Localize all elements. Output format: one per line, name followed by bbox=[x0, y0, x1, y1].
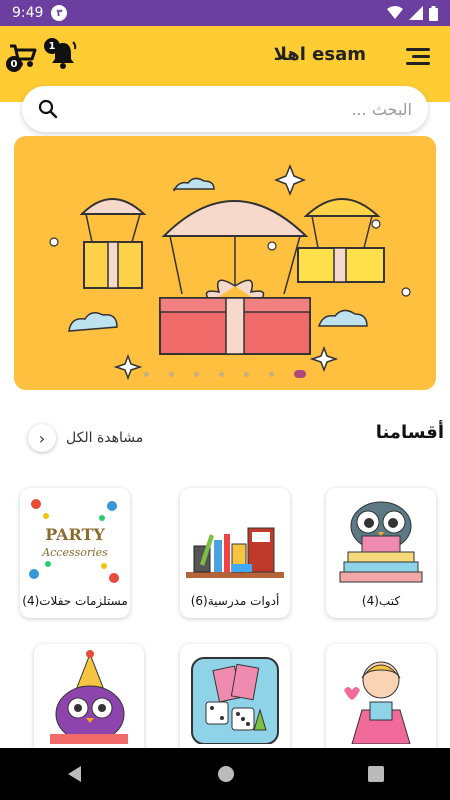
pagination-dot[interactable] bbox=[194, 371, 199, 377]
status-time: 9:49 bbox=[12, 5, 44, 21]
wifi-icon bbox=[387, 6, 403, 19]
cart-button[interactable]: 0 bbox=[6, 40, 38, 72]
view-all-label: مشاهدة الكل bbox=[66, 430, 144, 446]
board-games-icon bbox=[191, 657, 279, 744]
girl-gift-icon bbox=[344, 661, 411, 744]
status-notification-icon: ٣ bbox=[51, 5, 68, 21]
recents-icon[interactable] bbox=[367, 766, 384, 782]
home-icon[interactable] bbox=[217, 765, 235, 783]
notification-count-badge: 1 bbox=[44, 38, 60, 54]
search-icon[interactable] bbox=[38, 99, 58, 119]
chevron-right-icon[interactable]: › bbox=[28, 424, 56, 452]
section-title: أقسامنا bbox=[375, 422, 444, 443]
notifications-button[interactable]: 1 bbox=[44, 38, 78, 70]
promo-banner[interactable] bbox=[14, 136, 436, 390]
banner-pagination[interactable] bbox=[14, 370, 436, 378]
system-nav-bar bbox=[0, 748, 450, 800]
owl-party-icon bbox=[50, 650, 128, 744]
category-label: أدوات مدرسية(6) bbox=[190, 594, 280, 608]
category-label: كتب(4) bbox=[361, 594, 401, 608]
category-card-party-accessories[interactable]: PARTY Accessories مستلزمات حفلات(4) bbox=[20, 488, 130, 618]
pagination-dot[interactable] bbox=[269, 371, 274, 377]
category-card-school-supplies[interactable]: أدوات مدرسية(6) bbox=[180, 488, 290, 618]
pagination-dot[interactable] bbox=[244, 371, 249, 377]
party-accessories-icon: PARTY Accessories bbox=[26, 494, 124, 588]
pagination-dot[interactable] bbox=[169, 371, 174, 377]
search-input[interactable]: البحث ... bbox=[351, 100, 412, 119]
gift-parachute-illustration bbox=[49, 163, 411, 381]
pagination-dot[interactable] bbox=[219, 371, 224, 377]
menu-button[interactable] bbox=[406, 48, 430, 66]
view-all-button[interactable]: › مشاهدة الكل bbox=[28, 424, 143, 452]
svg-text:PARTY: PARTY bbox=[45, 525, 105, 544]
school-supplies-icon bbox=[186, 527, 284, 578]
category-card-books[interactable]: كتب(4) bbox=[326, 488, 436, 618]
pagination-dot[interactable] bbox=[144, 371, 149, 377]
pagination-dot-active[interactable] bbox=[294, 370, 306, 378]
search-bar[interactable]: البحث ... bbox=[22, 86, 428, 132]
owl-books-icon bbox=[339, 501, 423, 583]
category-label: مستلزمات حفلات(4) bbox=[22, 594, 128, 608]
cart-count-badge: 0 bbox=[6, 56, 22, 72]
status-bar: 9:49 ٣ bbox=[0, 0, 450, 26]
greeting-text: اهلا esam bbox=[273, 44, 366, 65]
back-icon[interactable] bbox=[66, 765, 84, 783]
battery-icon bbox=[429, 5, 438, 21]
signal-icon bbox=[409, 6, 423, 20]
svg-text:Accessories: Accessories bbox=[41, 546, 108, 559]
